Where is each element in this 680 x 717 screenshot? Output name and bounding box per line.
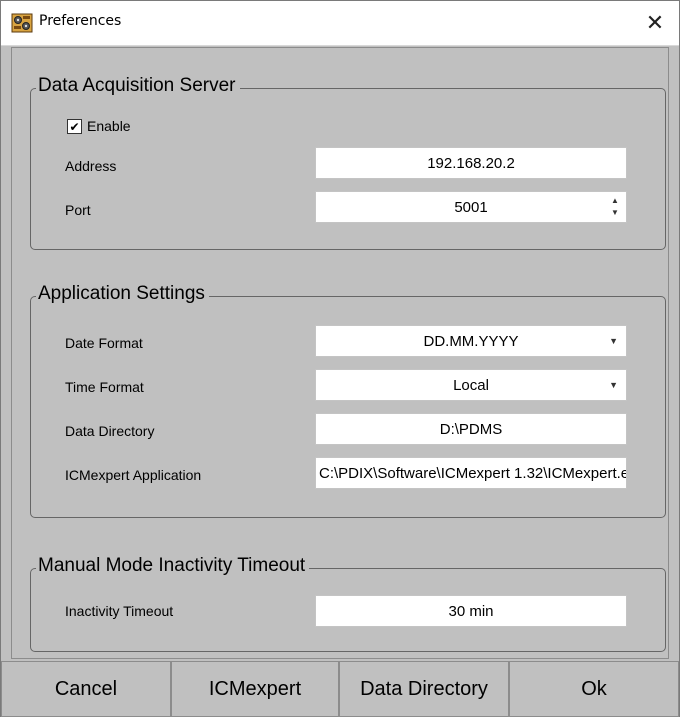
application-settings-group: Application Settings Date Format DD.MM.Y… — [30, 283, 666, 518]
spin-down-icon[interactable]: ▼ — [611, 208, 619, 218]
cancel-button[interactable]: Cancel — [1, 661, 171, 717]
time-format-value: Local — [453, 376, 489, 394]
group-title: Data Acquisition Server — [36, 75, 240, 97]
address-input[interactable]: 192.168.20.2 — [315, 147, 627, 179]
port-spinner[interactable]: 5001 ▲ ▼ — [315, 191, 627, 223]
close-icon: ✕ — [645, 10, 665, 36]
icmexpert-application-input[interactable]: C:\PDIX\Software\ICMexpert 1.32\ICMexper… — [315, 457, 627, 489]
icmexpert-button[interactable]: ICMexpert — [171, 661, 339, 717]
data-directory-button[interactable]: Data Directory — [339, 661, 509, 717]
icmexpert-application-label: ICMexpert Application — [65, 467, 202, 483]
preferences-content: Data Acquisition Server ✔ Enable Address… — [11, 47, 669, 659]
group-title: Manual Mode Inactivity Timeout — [36, 555, 310, 577]
data-directory-value: D:\PDMS — [439, 420, 503, 438]
inactivity-timeout-input[interactable]: 30 min — [315, 595, 627, 627]
ok-button[interactable]: Ok — [509, 661, 679, 717]
preferences-app-icon — [11, 12, 33, 34]
time-format-select[interactable]: Local ▼ — [315, 369, 627, 401]
spinner-arrows-icon[interactable]: ▲ ▼ — [610, 196, 620, 218]
date-format-label: Date Format — [65, 335, 143, 351]
chevron-down-icon: ▼ — [609, 380, 618, 390]
date-format-select[interactable]: DD.MM.YYYY ▼ — [315, 325, 627, 357]
close-button[interactable]: ✕ — [631, 1, 679, 45]
enable-checkbox[interactable]: ✔ — [67, 119, 82, 134]
icmexpert-application-value: C:\PDIX\Software\ICMexpert 1.32\ICMexper… — [319, 464, 627, 482]
time-format-label: Time Format — [65, 379, 144, 395]
port-label: Port — [65, 202, 91, 218]
port-value: 5001 — [454, 198, 488, 216]
title-bar: Preferences ✕ — [1, 1, 679, 46]
button-bar: Cancel ICMexpert Data Directory Ok — [1, 661, 679, 717]
chevron-down-icon: ▼ — [609, 336, 618, 346]
data-acquisition-server-group: Data Acquisition Server ✔ Enable Address… — [30, 75, 666, 250]
data-directory-input[interactable]: D:\PDMS — [315, 413, 627, 445]
group-title: Application Settings — [36, 283, 209, 305]
manual-mode-timeout-group: Manual Mode Inactivity Timeout Inactivit… — [30, 555, 666, 652]
data-directory-label: Data Directory — [65, 423, 155, 439]
checkmark-icon: ✔ — [69, 119, 80, 134]
date-format-value: DD.MM.YYYY — [423, 332, 519, 350]
address-value: 192.168.20.2 — [427, 154, 515, 172]
spin-up-icon[interactable]: ▲ — [611, 196, 619, 206]
enable-label: Enable — [87, 118, 131, 134]
inactivity-timeout-label: Inactivity Timeout — [65, 603, 174, 619]
inactivity-timeout-value: 30 min — [448, 602, 494, 620]
preferences-window: Preferences ✕ Data Acquisition Server ✔ … — [0, 0, 680, 717]
window-title: Preferences — [39, 13, 122, 29]
address-label: Address — [65, 158, 117, 174]
